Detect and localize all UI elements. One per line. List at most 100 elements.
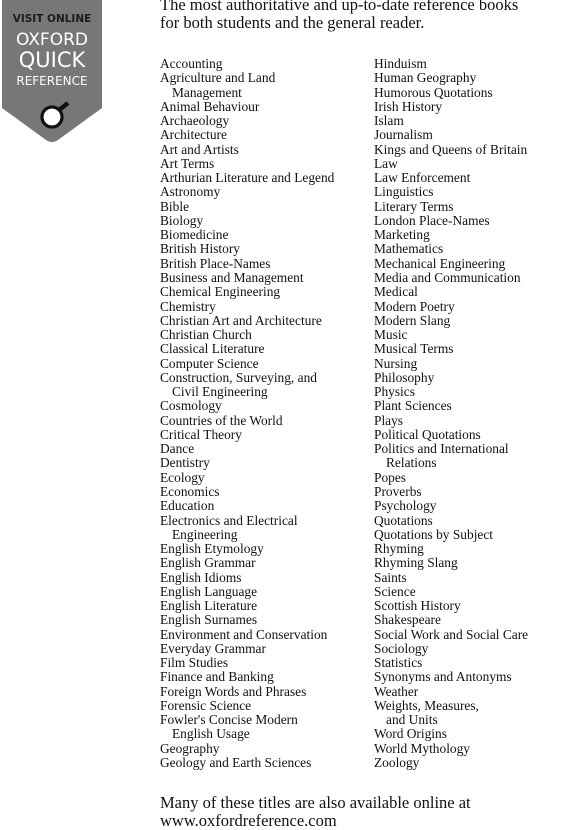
subject-list-item: Forensic Science [160,698,370,713]
subject-list-item: English Language [160,584,370,599]
subject-label: Music [374,327,408,343]
subject-list-item: Psychology [374,499,564,513]
badge-line-quick: QUICK [19,48,87,72]
subject-list-item: Science [374,584,564,599]
subject-list-item: Musical Terms [374,342,564,356]
subject-label: English Literature [160,598,258,614]
subject-label: Linguistics [374,184,434,200]
subject-list-item: English Idioms [160,569,370,585]
subject-list-item: Geology and Earth Sciences [160,755,370,770]
subject-label: British History [160,241,240,257]
subject-label: Media and Communication [374,269,521,285]
subject-label: Social Work and Social Care [374,626,529,642]
subject-label: World Mythology [374,740,471,756]
subject-list-item: London Place-Names [374,213,564,228]
subject-list-item: Law [374,155,564,171]
subject-list-item: Film Studies [160,656,370,670]
subject-list-item: Human Geography [374,71,564,85]
intro-text: The most authoritative and up-to-date re… [160,0,560,32]
subject-list-item: Mathematics [374,242,564,256]
subject-list-item: Finance and Banking [160,670,370,684]
subject-list-item: Shakespeare [374,613,564,627]
subject-list-item: Foreign Words and Phrases [160,683,370,699]
subject-label: Electronics and Electrical [160,512,298,528]
subject-label: Synonyms and Antonyms [374,669,512,685]
subject-label: English Idioms [160,569,242,585]
intro-line-2: for both students and the general reader… [160,13,425,32]
subject-list-item: Medical [374,285,564,299]
subject-label: Weather [374,683,419,699]
subject-list-item: Politics and International Relations [374,442,564,471]
subject-label: Computer Science [160,355,259,371]
subject-list-item: British Place-Names [160,256,370,271]
subject-label: Plant Sciences [374,398,452,414]
subject-list-item: British History [160,242,370,256]
subject-label: Law [374,155,398,171]
oxford-quick-reference-badge[interactable]: VISIT ONLINE OXFORD QUICK REFERENCE [0,0,104,143]
subject-label: Humorous Quotations [374,84,493,100]
subject-label: Proverbs [374,483,422,499]
subject-label: Nursing [374,355,418,371]
subject-label-continuation: and Units [386,712,438,728]
subject-label: Modern Poetry [374,298,455,314]
footer-line-1: Many of these titles are also available … [160,793,471,812]
subject-list-item: Critical Theory [160,427,370,442]
subject-label-continuation: Engineering [172,526,238,542]
subject-list-item: Islam [374,113,564,129]
subject-label: Chemistry [160,298,216,314]
subject-label: Rhyming [374,541,424,557]
subject-label: Bible [160,198,190,214]
subject-label: Astronomy [160,184,221,200]
subject-list-item: Weather [374,683,564,699]
subject-list-item: Social Work and Social Care [374,626,564,642]
badge-line-visit-online: VISIT ONLINE [13,13,92,25]
subject-label-continuation: Management [172,84,242,100]
subject-list-item: Classical Literature [160,342,370,356]
subject-label: Human Geography [374,70,477,86]
subject-label: Cosmology [160,398,222,414]
subject-label: Geography [160,740,220,756]
subject-list-item: Plant Sciences [374,399,564,413]
subject-list-item: Rhyming [374,541,564,557]
subject-list-item: Statistics [374,656,564,670]
subject-list-item: Chemistry [160,298,370,314]
subject-list-item: Humorous Quotations [374,84,564,100]
subject-label: Islam [374,113,404,129]
subject-label: Law Enforcement [374,170,471,186]
subject-list-item: Astronomy [160,185,370,199]
footer-url[interactable]: www.oxfordreference.com [160,812,560,830]
subject-list-item: Construction, Surveying, and Civil Engine… [160,370,370,400]
subject-label: Business and Management [160,269,304,285]
subject-list-item: Modern Slang [374,313,564,328]
subject-label: Weights, Measures, [374,697,479,713]
subject-label: Physics [374,384,415,400]
subject-label: Art and Artists [160,141,239,157]
subject-label: Statistics [374,655,423,671]
subject-label: Journalism [374,127,433,143]
subject-label: English Surnames [160,612,258,628]
subject-list-item: Kings and Queens of Britain [374,142,564,157]
subject-label: Education [160,498,215,514]
subject-label: Agriculture and Land [160,70,276,86]
subject-list-item: Accounting [160,56,370,71]
subject-list-item: Economics [160,484,370,499]
subject-list-item: Music [374,327,564,343]
subject-list-item: Cosmology [160,399,370,413]
badge-line-oxford: OXFORD [16,30,88,50]
subject-list-item: Political Quotations [374,426,564,442]
subject-label: Saints [374,569,407,585]
subject-list-item: Plays [374,413,564,428]
subject-label: Rhyming Slang [374,555,458,571]
subject-list-item: Proverbs [374,483,564,499]
subject-label: Foreign Words and Phrases [160,683,307,699]
subject-label: English Etymology [160,541,264,557]
subject-label: Ecology [160,469,205,485]
subject-label: Political Quotations [374,426,481,442]
subject-label: Marketing [374,227,430,243]
subject-list-item: Animal Behaviour [160,99,370,114]
subject-list-item: Fowler's Concise Modern English Usage [160,713,370,742]
subject-list-item: English Etymology [160,541,370,557]
subject-list-item: Ecology [160,469,370,485]
subject-list-item: Popes [374,470,564,485]
subject-list-item: Nursing [374,355,564,371]
